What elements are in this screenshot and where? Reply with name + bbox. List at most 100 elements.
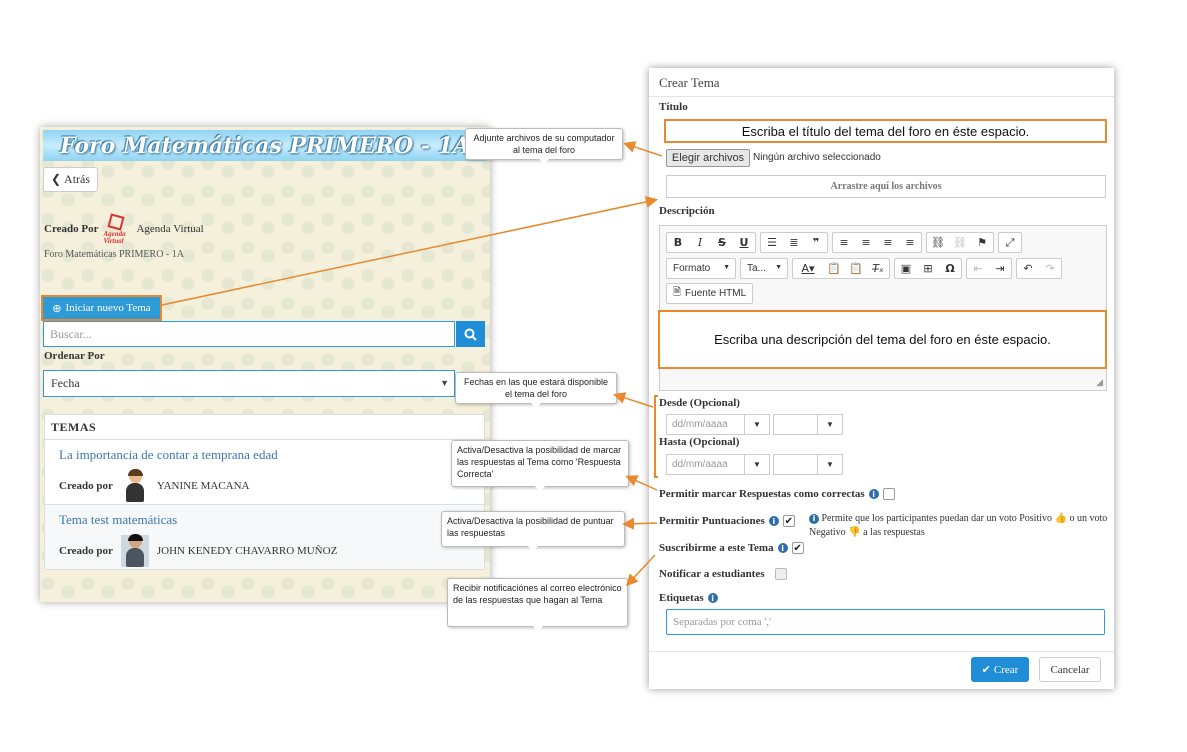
bullet-list-icon[interactable]: ☰ (761, 233, 783, 252)
search-button[interactable] (456, 321, 485, 347)
topics-list: TEMAS La importancia de contar a tempran… (44, 414, 485, 570)
tags-input[interactable]: Separadas por coma ',' (666, 609, 1105, 635)
image-icon[interactable]: ▣ (895, 259, 917, 278)
table-icon[interactable]: ⊞ (917, 259, 939, 278)
notify-row: Notificar a estudiantes (659, 568, 787, 580)
order-select[interactable]: Fecha ▼ (43, 370, 455, 397)
unlink-icon[interactable]: ⛓ (949, 233, 971, 252)
caret-down-icon[interactable]: ▼ (817, 455, 842, 474)
subscribe-checkbox[interactable]: ✔ (791, 542, 804, 554)
resize-handle-icon[interactable]: ◢ (1096, 377, 1103, 388)
caret-down-icon: ▼ (723, 264, 730, 271)
info-icon[interactable]: i (768, 516, 779, 526)
caret-down-icon[interactable]: ▼ (744, 415, 769, 434)
to-date-input[interactable]: dd/mm/aaaa ▼ (666, 454, 770, 475)
new-topic-button[interactable]: ⊕ Iniciar nuevo Tema (41, 295, 162, 321)
size-select[interactable]: Ta... ▼ (740, 258, 788, 279)
editor-toolbar-row-3: 🗎 Fuente HTML (666, 283, 754, 304)
toolbar-group-history: ↶ ↷ (1016, 258, 1062, 279)
format-select[interactable]: Formato ▼ (666, 258, 736, 279)
forum-creator: Creado Por Agenda Virtual Agenda Virtual (44, 213, 204, 245)
align-right-icon[interactable]: ≡ (877, 233, 899, 252)
notify-checkbox[interactable] (774, 568, 787, 580)
scores-hint-d: a las respuestas (863, 527, 925, 538)
avatar (121, 469, 149, 502)
create-button[interactable]: ✔ Crear (971, 657, 1029, 682)
dates-highlight (654, 395, 658, 478)
align-justify-icon[interactable]: ≡ (899, 233, 921, 252)
from-date-input[interactable]: dd/mm/aaaa ▼ (666, 414, 770, 435)
forum-banner: Foro Matemáticas PRIMERO - 1A (43, 130, 487, 161)
subscribe-label: Suscribirme a este Tema (659, 542, 774, 554)
back-button[interactable]: ❮ Atrás (43, 167, 98, 192)
topic-author: YANINE MACANA (156, 480, 250, 492)
topic-title-link[interactable]: Tema test matemáticas (59, 512, 177, 528)
align-left-icon[interactable]: ≡ (833, 233, 855, 252)
toolbar-group-text: B I S U (666, 232, 756, 253)
topic-item: La importancia de contar a temprana edad… (45, 440, 484, 505)
strikethrough-icon[interactable]: S (711, 233, 733, 252)
thumbs-down-icon: 👎 (848, 527, 861, 538)
chevron-left-icon: ❮ (50, 172, 62, 186)
title-input[interactable]: Escriba el título del tema del foro en é… (664, 119, 1107, 143)
allow-correct-row: Permitir marcar Respuestas como correcta… (659, 488, 895, 500)
topic-title-link[interactable]: La importancia de contar a temprana edad (59, 447, 278, 463)
forum-panel: Foro Matemáticas PRIMERO - 1A ❮ Atrás Cr… (40, 127, 490, 602)
info-icon: i (809, 514, 819, 524)
undo-icon[interactable]: ↶ (1017, 259, 1039, 278)
callout-attach: Adjunte archivos de su computador al tem… (465, 128, 623, 165)
numbered-list-icon[interactable]: ≣ (783, 233, 805, 252)
italic-icon[interactable]: I (689, 233, 711, 252)
from-time-select[interactable]: ▼ (773, 414, 843, 435)
info-icon[interactable]: i (868, 489, 879, 499)
caret-down-icon: ▼ (440, 378, 449, 388)
document-icon: 🗎 (673, 287, 682, 298)
topics-heading: TEMAS (45, 415, 484, 440)
search-icon (464, 328, 477, 341)
underline-icon[interactable]: U (733, 233, 755, 252)
file-status: Ningún archivo seleccionado (753, 152, 881, 163)
format-select-label: Formato (673, 263, 711, 274)
flag-anchor-icon[interactable]: ⚑ (971, 233, 993, 252)
file-dropzone[interactable]: Arrastre aquí los archivos (666, 175, 1106, 198)
blockquote-icon[interactable]: ❞ (805, 233, 827, 252)
paste-word-icon[interactable]: 📋 (845, 259, 867, 278)
info-icon[interactable]: i (777, 543, 788, 553)
arrow-dates (613, 392, 654, 408)
cancel-button[interactable]: Cancelar (1039, 657, 1101, 682)
maximize-icon[interactable]: ⤢ (999, 233, 1021, 252)
link-icon[interactable]: ⛓ (927, 233, 949, 252)
description-editor-area[interactable]: Escriba una descripción del tema del for… (658, 310, 1107, 369)
text-color-icon[interactable]: A▾ (793, 259, 823, 278)
create-topic-modal: Crear Tema Título Escriba el título del … (649, 68, 1114, 689)
search-input[interactable]: Buscar... (43, 321, 455, 347)
creator-name: Agenda Virtual (136, 223, 204, 235)
redo-icon[interactable]: ↷ (1039, 259, 1061, 278)
allow-scores-checkbox[interactable]: ✔ (782, 515, 795, 527)
indent-icon[interactable]: ⇥ (989, 259, 1011, 278)
choose-files-button[interactable]: Elegir archivos (666, 149, 750, 167)
toolbar-group-indent: ⇤ ⇥ (966, 258, 1012, 279)
to-time-select[interactable]: ▼ (773, 454, 843, 475)
omega-icon[interactable]: Ω (939, 259, 961, 278)
created-by-label: Creado Por (44, 223, 99, 235)
paste-text-icon[interactable]: 📋 (823, 259, 845, 278)
info-icon[interactable]: i (707, 593, 718, 603)
allow-correct-checkbox[interactable] (882, 488, 895, 500)
create-label: Crear (993, 663, 1019, 676)
toolbar-group-lists: ☰ ≣ ❞ (760, 232, 828, 253)
description-label: Descripción (659, 205, 715, 217)
caret-down-icon[interactable]: ▼ (817, 415, 842, 434)
source-html-button[interactable]: 🗎 Fuente HTML (666, 283, 754, 304)
clear-format-icon[interactable]: T̶ₓ (867, 259, 889, 278)
to-label: Hasta (Opcional) (659, 436, 740, 448)
scores-hint-a: Permite que los participantes puedan dar… (821, 513, 1053, 524)
caret-down-icon[interactable]: ▼ (744, 455, 769, 474)
bold-icon[interactable]: B (667, 233, 689, 252)
avatar (120, 534, 149, 567)
outdent-icon[interactable]: ⇤ (967, 259, 989, 278)
check-icon: ✔ (981, 664, 991, 676)
align-center-icon[interactable]: ≡ (855, 233, 877, 252)
footer-divider (649, 651, 1114, 652)
toolbar-group-view: ⤢ (998, 232, 1022, 253)
